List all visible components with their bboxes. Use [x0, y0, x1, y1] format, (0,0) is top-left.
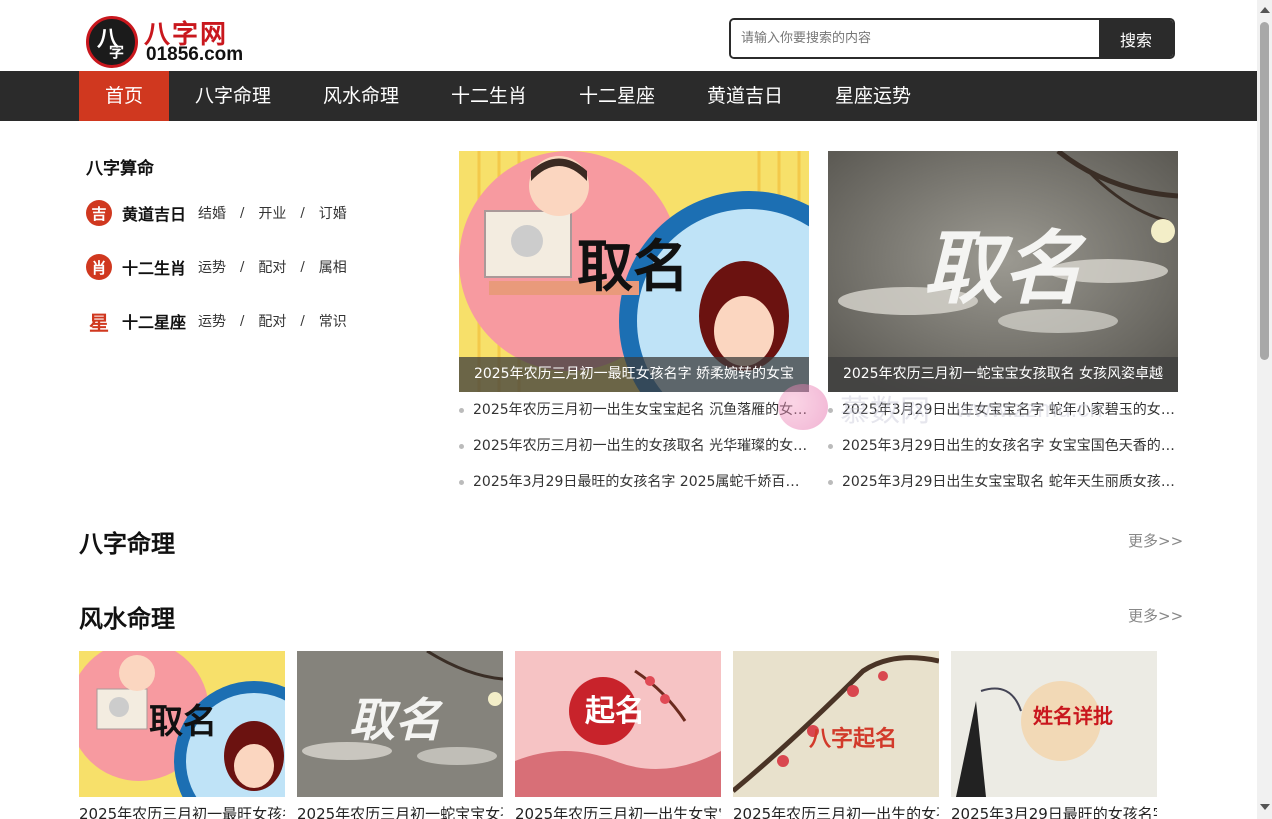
feature-caption: 2025年农历三月初一最旺女孩名字 娇柔婉转的女宝 [459, 357, 809, 392]
separator: / [300, 205, 305, 221]
thumb-art-text: 八字起名 [809, 726, 897, 752]
sidebar-link[interactable]: 配对 [258, 311, 286, 331]
site-logo[interactable]: 八 字 八字网 01856.com [86, 14, 256, 68]
constellation-icon: 星 [86, 308, 112, 335]
nav-item-home[interactable]: 首页 [79, 71, 169, 121]
watermark-logo-icon [778, 384, 828, 430]
thumb-caption[interactable]: 2025年农历三月初一最旺女孩名字 [79, 803, 285, 819]
feature-card[interactable]: 取名 2025年农历三月初一最旺女孩名字 娇柔婉转的女宝 [459, 151, 809, 392]
sidebar-row-constellation: 星 十二星座 运势 / 配对 / 常识 [86, 307, 347, 335]
sidebar-link[interactable]: 运势 [198, 257, 226, 277]
scroll-up-arrow-icon[interactable] [1260, 7, 1270, 13]
list-item[interactable]: 2025年3月29日出生的女孩名字 女宝宝国色天香的名字 [828, 428, 1178, 464]
list-item[interactable]: 2025年3月29日出生女宝宝取名 蛇年天生丽质女孩名字 [828, 464, 1178, 500]
feature-image: 取名 [459, 151, 809, 392]
list-item[interactable]: 2025年农历三月初一出生的女孩取名 光华璀璨的女孩名字 [459, 428, 809, 464]
logo-emblem: 八 字 [86, 16, 138, 68]
thumb-caption[interactable]: 2025年农历三月初一蛇宝宝女孩取名 [297, 803, 503, 819]
separator: / [300, 313, 305, 329]
sidebar-title: 八字算命 [86, 159, 154, 179]
sidebar-link[interactable]: 结婚 [198, 203, 226, 223]
separator: / [240, 205, 245, 221]
search-input[interactable] [731, 20, 1099, 57]
nav-item-fengshui[interactable]: 风水命理 [310, 71, 412, 121]
separator: / [300, 259, 305, 275]
nav-item-auspicious-day[interactable]: 黄道吉日 [694, 71, 796, 121]
thumb-card[interactable]: 姓名详批 [951, 651, 1157, 797]
main-nav: 首页 八字命理 风水命理 十二生肖 十二星座 黄道吉日 星座运势 [0, 71, 1257, 121]
thumb-art-text: 取名 [149, 702, 217, 742]
sidebar-link[interactable]: 属相 [319, 257, 347, 277]
watermark: 慕数网 www.zzmu.cn [778, 382, 1138, 432]
nav-item-bazi[interactable]: 八字命理 [182, 71, 284, 121]
thumb-image: 取名 [297, 651, 503, 797]
sidebar-link[interactable]: 常识 [319, 311, 347, 331]
sidebar-row-zodiac: 肖 十二生肖 运势 / 配对 / 属相 [86, 253, 347, 281]
logo-url: 01856.com [146, 44, 244, 65]
feature-image: 取名 [828, 151, 1178, 392]
separator: / [240, 259, 245, 275]
feature-art-text: 取名 [923, 221, 1087, 315]
article-list: 2025年农历三月初一出生女宝宝起名 沉鱼落雁的女孩名字 2025年农历三月初一… [459, 392, 809, 500]
watermark-url: www.zzmu.cn [956, 396, 1103, 423]
thumb-card[interactable]: 八字起名 [733, 651, 939, 797]
search-button[interactable]: 搜索 [1099, 20, 1173, 57]
section-title: 八字命理 [79, 530, 175, 558]
feature-art-text: 取名 [577, 235, 689, 300]
sidebar-row-auspicious: 吉 黄道吉日 结婚 / 开业 / 订婚 [86, 199, 347, 227]
separator: / [240, 313, 245, 329]
zodiac-icon: 肖 [86, 254, 112, 280]
auspicious-icon: 吉 [86, 200, 112, 226]
sidebar-link[interactable]: 订婚 [319, 203, 347, 223]
list-item[interactable]: 2025年农历三月初一出生女宝宝起名 沉鱼落雁的女孩名字 [459, 392, 809, 428]
nav-item-constellation[interactable]: 十二星座 [566, 71, 668, 121]
thumb-art-text: 起名 [585, 694, 645, 729]
sidebar-link[interactable]: 开业 [258, 203, 286, 223]
watermark-text: 慕数网 [840, 394, 930, 429]
thumb-card[interactable]: 起名 [515, 651, 721, 797]
more-link[interactable]: 更多>> [1128, 605, 1183, 626]
thumb-image: 取名 [79, 651, 285, 797]
nav-item-horoscope[interactable]: 星座运势 [822, 71, 924, 121]
scrollbar-thumb[interactable] [1260, 22, 1269, 360]
sidebar-main-link[interactable]: 十二生肖 [122, 255, 186, 279]
feature-card[interactable]: 取名 2025年农历三月初一蛇宝宝女孩取名 女孩风姿卓越 [828, 151, 1178, 392]
thumb-art-text: 姓名详批 [1033, 704, 1113, 728]
list-item[interactable]: 2025年3月29日最旺的女孩名字 2025属蛇千娇百媚的名字 [459, 464, 809, 500]
site-header: 八 字 八字网 01856.com 搜索 [0, 0, 1257, 71]
thumb-caption[interactable]: 2025年农历三月初一出生女宝宝起名 [515, 803, 721, 819]
more-link[interactable]: 更多>> [1128, 530, 1183, 551]
logo-char-bottom: 字 [109, 43, 125, 61]
nav-item-zodiac[interactable]: 十二生肖 [438, 71, 540, 121]
thumb-caption[interactable]: 2025年3月29日最旺的女孩名字 [951, 803, 1157, 819]
thumb-image: 八字起名 [733, 651, 939, 797]
thumb-art-text: 取名 [349, 693, 444, 747]
page-scrollbar[interactable] [1257, 0, 1272, 819]
sidebar-link[interactable]: 运势 [198, 311, 226, 331]
thumb-card[interactable]: 取名 [79, 651, 285, 797]
thumb-image: 姓名详批 [951, 651, 1157, 797]
scroll-down-arrow-icon[interactable] [1260, 804, 1270, 810]
sidebar-main-link[interactable]: 黄道吉日 [122, 201, 186, 225]
search-bar: 搜索 [729, 18, 1175, 59]
thumb-card[interactable]: 取名 [297, 651, 503, 797]
thumb-caption[interactable]: 2025年农历三月初一出生的女孩取名 [733, 803, 939, 819]
section-title: 风水命理 [79, 605, 175, 633]
sidebar-link[interactable]: 配对 [258, 257, 286, 277]
sidebar-main-link[interactable]: 十二星座 [122, 309, 186, 333]
thumb-image: 起名 [515, 651, 721, 797]
